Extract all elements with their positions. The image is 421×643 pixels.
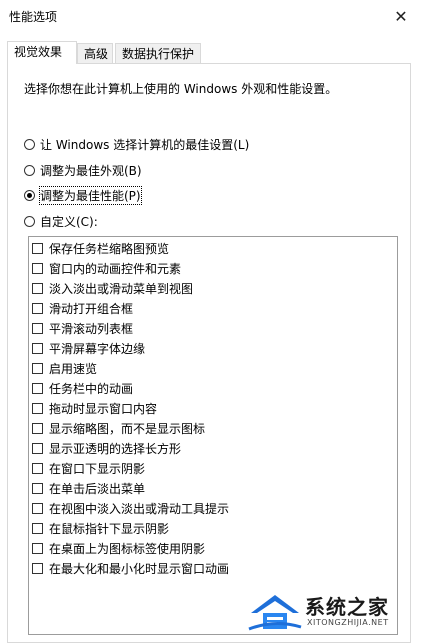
radio-label: 调整为最佳性能(P) — [39, 185, 142, 205]
effect-item[interactable]: 拖动时显示窗口内容 — [32, 399, 157, 417]
effect-label: 在最大化和最小化时显示窗口动画 — [49, 561, 230, 576]
radio-best-performance[interactable]: 调整为最佳性能(P) — [24, 185, 142, 205]
radio-custom[interactable]: 自定义(C): — [24, 212, 98, 230]
effect-label: 保存任务栏缩略图预览 — [49, 241, 170, 256]
watermark-text: 系统之家 — [305, 595, 389, 619]
radio-button[interactable] — [24, 164, 35, 176]
effects-list[interactable]: 保存任务栏缩略图预览 窗口内的动画控件和元素 淡入淡出或滑动菜单到视图 滑动打开… — [28, 236, 398, 635]
effect-label: 在桌面上为图标标签使用阴影 — [49, 541, 206, 556]
effect-item[interactable]: 在桌面上为图标标签使用阴影 — [32, 539, 205, 557]
checkbox[interactable] — [32, 542, 43, 554]
effect-label: 在鼠标指针下显示阴影 — [49, 521, 170, 536]
checkbox[interactable] — [32, 362, 43, 374]
checkbox[interactable] — [32, 242, 43, 254]
effect-label: 拖动时显示窗口内容 — [49, 401, 158, 416]
effect-label: 在视图中淡入淡出或滑动工具提示 — [49, 501, 230, 516]
watermark: 系统之家 XITONGZHIJIA.NET — [247, 589, 417, 633]
tab-label: 视觉效果 — [14, 45, 63, 59]
effect-item[interactable]: 在单击后淡出菜单 — [32, 479, 145, 497]
effect-label: 淡入淡出或滑动菜单到视图 — [49, 281, 194, 296]
watermark-url: XITONGZHIJIA.NET — [307, 618, 389, 627]
radio-button[interactable] — [24, 215, 35, 227]
effect-label: 在窗口下显示阴影 — [49, 461, 146, 476]
window-title: 性能选项 — [9, 10, 58, 24]
checkbox[interactable] — [32, 462, 43, 474]
effect-item[interactable]: 显示亚透明的选择长方形 — [32, 439, 181, 457]
effect-item[interactable]: 在最大化和最小化时显示窗口动画 — [32, 559, 229, 577]
checkbox[interactable] — [32, 442, 43, 454]
radio-label: 自定义(C): — [40, 214, 98, 229]
effect-item[interactable]: 显示缩略图，而不是显示图标 — [32, 419, 205, 437]
checkbox[interactable] — [32, 342, 43, 354]
effect-label: 窗口内的动画控件和元素 — [49, 261, 182, 276]
radio-button-selected[interactable] — [24, 189, 35, 201]
tab-dep[interactable]: 数据执行保护 — [115, 43, 201, 63]
effect-label: 启用速览 — [49, 361, 98, 376]
tab-label: 数据执行保护 — [122, 47, 195, 61]
effect-label: 平滑滚动列表框 — [49, 321, 134, 336]
effect-label: 在单击后淡出菜单 — [49, 481, 146, 496]
description-text: 选择你想在此计算机上使用的 Windows 外观和性能设置。 — [24, 82, 338, 96]
effect-item[interactable]: 滑动打开组合框 — [32, 299, 133, 317]
tab-visual-effects[interactable]: 视觉效果 — [7, 41, 77, 64]
close-button[interactable]: ✕ — [381, 0, 421, 32]
effect-item[interactable]: 任务栏中的动画 — [32, 379, 133, 397]
checkbox[interactable] — [32, 422, 43, 434]
radio-let-windows-choose[interactable]: 让 Windows 选择计算机的最佳设置(L) — [24, 135, 249, 153]
radio-best-appearance[interactable]: 调整为最佳外观(B) — [24, 161, 142, 179]
effect-item[interactable]: 保存任务栏缩略图预览 — [32, 239, 169, 257]
checkbox[interactable] — [32, 382, 43, 394]
checkbox[interactable] — [32, 322, 43, 334]
effect-label: 显示亚透明的选择长方形 — [49, 441, 182, 456]
effect-item[interactable]: 在鼠标指针下显示阴影 — [32, 519, 169, 537]
checkbox[interactable] — [32, 562, 43, 574]
effect-label: 平滑屏幕字体边缘 — [49, 341, 146, 356]
radio-label: 让 Windows 选择计算机的最佳设置(L) — [40, 137, 250, 152]
checkbox[interactable] — [32, 302, 43, 314]
tab-advanced[interactable]: 高级 — [77, 43, 113, 63]
checkbox[interactable] — [32, 282, 43, 294]
effect-item[interactable]: 窗口内的动画控件和元素 — [32, 259, 181, 277]
effect-label: 任务栏中的动画 — [49, 381, 134, 396]
effect-item[interactable]: 启用速览 — [32, 359, 97, 377]
checkbox[interactable] — [32, 502, 43, 514]
effect-item[interactable]: 淡入淡出或滑动菜单到视图 — [32, 279, 193, 297]
radio-label: 调整为最佳外观(B) — [40, 163, 142, 178]
radio-button[interactable] — [24, 138, 35, 150]
checkbox[interactable] — [32, 402, 43, 414]
effect-item[interactable]: 在窗口下显示阴影 — [32, 459, 145, 477]
effect-label: 滑动打开组合框 — [49, 301, 134, 316]
checkbox[interactable] — [32, 522, 43, 534]
effect-item[interactable]: 平滑屏幕字体边缘 — [32, 339, 145, 357]
effect-label: 显示缩略图，而不是显示图标 — [49, 421, 206, 436]
tab-label: 高级 — [84, 47, 109, 61]
effect-item[interactable]: 平滑滚动列表框 — [32, 319, 133, 337]
close-icon: ✕ — [394, 6, 408, 26]
checkbox[interactable] — [32, 262, 43, 274]
house-logo-icon — [248, 595, 302, 631]
title-bar: 性能选项 ✕ — [0, 0, 421, 32]
effect-item[interactable]: 在视图中淡入淡出或滑动工具提示 — [32, 499, 229, 517]
checkbox[interactable] — [32, 482, 43, 494]
